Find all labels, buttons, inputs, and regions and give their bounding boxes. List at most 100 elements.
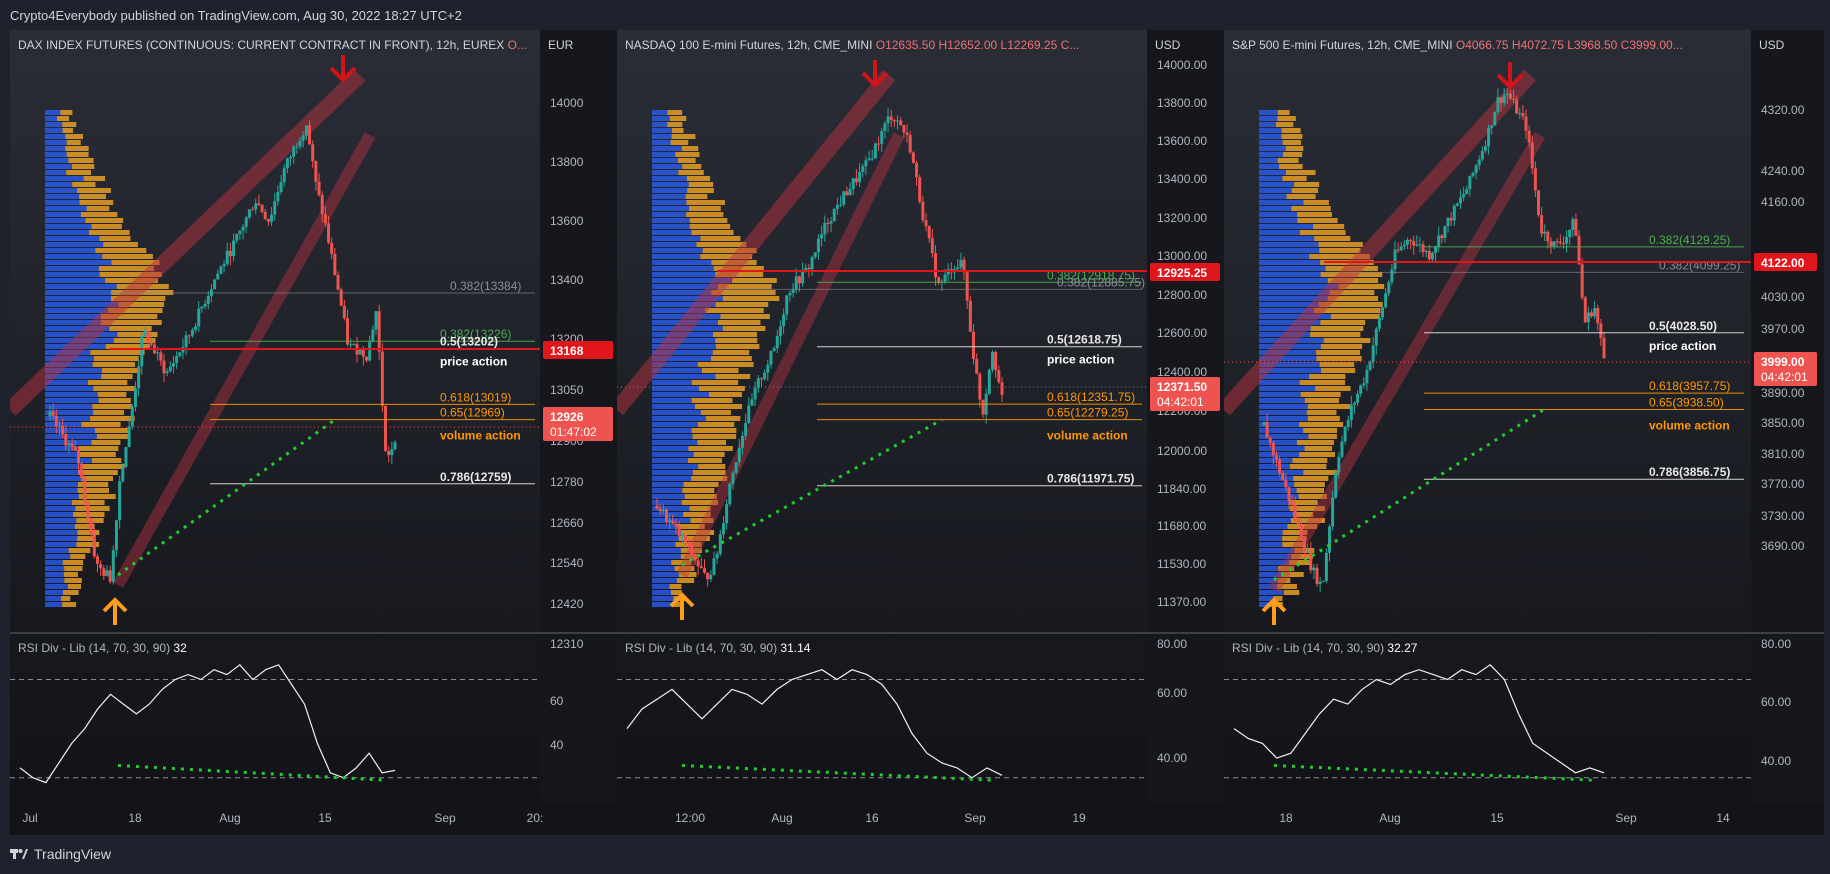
volume-bar-orange [65,134,84,139]
fib-label: 0.382(4099.25) [1659,258,1740,272]
volume-bar-orange [1313,224,1345,229]
volume-bar-blue [45,530,78,535]
y-tick-label: 12310 [550,637,584,651]
y-tick-label: 13400.00 [1157,172,1207,186]
y-tick-label: 12000.00 [1157,444,1207,458]
svg-text:4122.00: 4122.00 [1761,256,1805,270]
volume-bar-orange [688,446,733,451]
svg-text:12925.25: 12925.25 [1157,266,1207,280]
volume-bar-orange [80,212,118,217]
chart-panel-nasdaq[interactable]: 0.382(12918.75) 0.382(12885.75) 0.5(12618.… [617,30,1227,835]
volume-bar-blue [1259,278,1328,283]
volume-bar-orange [1321,368,1356,373]
volume-bar-blue [1259,110,1278,115]
publish-header: Crypto4Everybody published on TradingVie… [10,8,462,23]
y-tick-label: 3890.00 [1761,386,1805,400]
volume-bar-orange [686,200,725,205]
volume-bar-orange [70,554,86,559]
volume-bar-orange [91,440,121,445]
volume-bar-blue [652,548,681,553]
svg-text:12371.50: 12371.50 [1157,380,1207,394]
volume-bar-orange [705,416,741,421]
volume-bar-blue [652,560,672,565]
chart-title: NASDAQ 100 E-mini Futures, 12h, CME_MINI… [625,38,1079,52]
ohlc-values: O... [508,38,527,52]
volume-bar-orange [701,368,739,373]
volume-bar-orange [692,434,737,439]
fib-label: 0.65(12969) [440,406,505,420]
annotation-volume-action: volume action [1047,429,1128,443]
volume-bar-orange [79,194,106,199]
volume-bar-blue [652,248,703,253]
volume-bar-orange [697,362,754,367]
volume-bar-blue [45,182,73,187]
volume-bar-orange [1282,140,1301,145]
svg-text:04:42:01: 04:42:01 [1761,370,1808,384]
volume-bar-blue [45,284,117,289]
candle [842,190,846,207]
volume-bar-orange [83,176,106,181]
candle [1583,295,1587,323]
fib-label: 0.5(4028.50) [1649,319,1717,333]
volume-bar-orange [700,236,741,241]
volume-bar-orange [691,380,739,385]
volume-bar-blue [652,146,682,151]
volume-bar-orange [1319,248,1361,253]
resistance-price-badge: 4122.00 [1754,253,1817,271]
volume-bar-blue [1259,146,1286,151]
y-tick-label: 12800.00 [1157,288,1207,302]
volume-bar-blue [45,140,67,145]
volume-bar-blue [1259,254,1310,259]
volume-bar-blue [652,476,692,481]
y-tick-label: 11370.00 [1157,595,1206,609]
volume-bar-orange [87,380,128,385]
volume-bar-orange [1320,344,1363,349]
volume-bar-orange [715,338,758,343]
volume-bar-blue [652,434,693,439]
volume-bar-orange [102,254,153,259]
volume-bar-orange [1296,488,1325,493]
volume-bar-orange [1303,200,1329,205]
volume-bar-blue [1259,224,1314,229]
volume-bar-blue [652,236,701,241]
volume-bar-orange [708,392,742,397]
rsi-value: 32 [173,641,187,655]
volume-bar-orange [1307,416,1340,421]
volume-bar-orange [93,356,139,361]
volume-bar-orange [1289,500,1318,505]
volume-bar-blue [652,590,671,595]
volume-bar-orange [678,170,704,175]
volume-bar-blue [45,206,87,211]
volume-bar-blue [45,194,80,199]
volume-bar-blue [652,200,687,205]
volume-bar-orange [1307,404,1351,409]
y-tick-label: 3730.00 [1761,509,1805,523]
volume-bar-blue [1259,116,1278,121]
chart-panel-dax[interactable]: 0.382(13384) 0.382(13226) 0.5(13202) 0.618(… [10,30,620,835]
volume-bar-orange [693,452,725,457]
chart-panel-spx[interactable]: 0.382(4129.25) 0.382(4099.25) 0.5(4028.50)… [1224,30,1830,835]
volume-bar-orange [63,572,78,577]
fib-label: 0.65(12279.25) [1047,406,1128,420]
volume-bar-orange [1275,122,1294,127]
volume-bar-blue [45,512,74,517]
volume-bar-blue [652,218,690,223]
volume-bar-blue [1259,392,1301,397]
volume-bar-blue [45,146,66,151]
volume-bar-blue [1259,530,1283,535]
volume-bar-blue [652,458,688,463]
candle [219,265,223,275]
candle [873,142,877,159]
fib-label: 0.5(12618.75) [1047,333,1122,347]
rsi-label: RSI Div - Lib (14, 70, 30, 90) 32 [18,641,187,655]
volume-bar-orange [93,386,135,391]
volume-bar-blue [1259,524,1288,529]
volume-bar-blue [45,278,106,283]
volume-bar-blue [45,290,112,295]
volume-bar-orange [681,146,699,151]
volume-bar-orange [78,470,118,475]
volume-bar-blue [45,296,112,301]
volume-bar-orange [1323,338,1371,343]
volume-bar-blue [45,152,67,157]
volume-bar-orange [1282,176,1307,181]
